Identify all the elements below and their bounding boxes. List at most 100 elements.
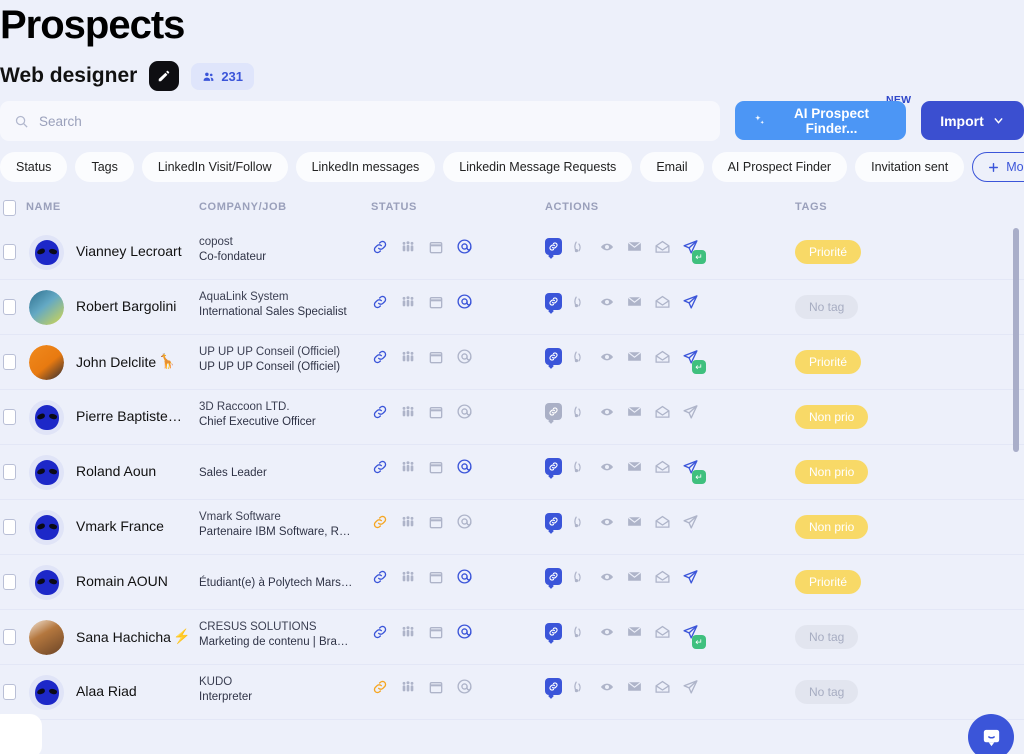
table-row[interactable]: Vmark France Vmark Software Partenaire IBM…	[0, 500, 1024, 555]
action-send-invitation-icon[interactable]	[682, 403, 699, 420]
action-send-invitation-icon[interactable]: ↵	[682, 348, 706, 374]
row-checkbox[interactable]	[3, 684, 16, 700]
action-follow-icon[interactable]	[573, 514, 588, 529]
action-linkedin-profile-icon[interactable]	[545, 458, 562, 475]
action-follow-icon[interactable]	[573, 679, 588, 694]
action-message-request-icon[interactable]	[654, 403, 671, 420]
action-send-invitation-icon[interactable]	[682, 513, 699, 530]
action-message-icon[interactable]	[626, 623, 643, 640]
action-visit-profile-icon[interactable]	[599, 294, 615, 310]
action-follow-icon[interactable]	[573, 239, 588, 254]
status-people-icon[interactable]	[400, 624, 416, 640]
action-message-icon[interactable]	[626, 458, 643, 475]
table-row[interactable]: Romain AOUN Étudiant(e) à Polytech Mars… P…	[0, 555, 1024, 610]
action-linkedin-profile-icon[interactable]	[545, 238, 562, 255]
row-tag-badge[interactable]: Non prio	[795, 515, 869, 539]
action-message-icon[interactable]	[626, 293, 643, 310]
status-linkedin-link-icon[interactable]	[372, 294, 388, 310]
action-message-request-icon[interactable]	[654, 458, 671, 475]
action-linkedin-profile-icon[interactable]	[545, 348, 562, 365]
action-message-request-icon[interactable]	[654, 678, 671, 695]
status-calendar-icon[interactable]	[428, 679, 444, 695]
status-calendar-icon[interactable]	[428, 459, 444, 475]
status-email-icon[interactable]	[456, 623, 473, 640]
action-message-icon[interactable]	[626, 348, 643, 365]
import-button[interactable]: Import	[921, 101, 1024, 140]
action-linkedin-profile-icon[interactable]	[545, 623, 562, 640]
filter-chip-linkedin-visit-follow[interactable]: LinkedIn Visit/Follow	[141, 152, 288, 182]
status-people-icon[interactable]	[400, 569, 416, 585]
status-people-icon[interactable]	[400, 404, 416, 420]
scrollbar-thumb[interactable]	[1013, 228, 1019, 452]
vertical-scrollbar[interactable]	[1013, 228, 1019, 714]
action-follow-icon[interactable]	[573, 624, 588, 639]
status-calendar-icon[interactable]	[428, 514, 444, 530]
status-email-icon[interactable]	[456, 293, 473, 310]
action-linkedin-profile-icon[interactable]	[545, 568, 562, 585]
table-row[interactable]: Sana Hachicha ⚡ CRESUS SOLUTIONS Marketing …	[0, 610, 1024, 665]
status-people-icon[interactable]	[400, 679, 416, 695]
status-email-icon[interactable]	[456, 348, 473, 365]
row-checkbox[interactable]	[3, 409, 16, 425]
row-checkbox[interactable]	[3, 464, 16, 480]
status-linkedin-link-icon[interactable]	[372, 679, 388, 695]
action-message-request-icon[interactable]	[654, 568, 671, 585]
action-message-icon[interactable]	[626, 568, 643, 585]
ai-prospect-finder-button[interactable]: AI Prospect Finder...	[735, 101, 906, 140]
row-checkbox[interactable]	[3, 354, 16, 370]
pen-icon[interactable]	[149, 61, 180, 91]
filter-chip-ai-prospect-finder[interactable]: AI Prospect Finder	[711, 152, 848, 182]
filter-chip-tags[interactable]: Tags	[75, 152, 134, 182]
action-send-invitation-icon[interactable]	[682, 293, 699, 310]
row-tag-badge[interactable]: Non prio	[795, 460, 869, 484]
action-linkedin-profile-icon[interactable]	[545, 293, 562, 310]
row-tag-badge[interactable]: Priorité	[795, 240, 862, 264]
filter-chip-linkedin-messages[interactable]: LinkedIn messages	[295, 152, 436, 182]
status-linkedin-link-icon[interactable]	[372, 514, 388, 530]
status-linkedin-link-icon[interactable]	[372, 404, 388, 420]
action-visit-profile-icon[interactable]	[599, 569, 615, 585]
status-email-icon[interactable]	[456, 678, 473, 695]
action-follow-icon[interactable]	[573, 459, 588, 474]
table-row[interactable]: Pierre Baptiste… 3D Raccoon LTD. Chief Exe…	[0, 390, 1024, 445]
status-email-icon[interactable]	[456, 238, 473, 255]
select-all-checkbox[interactable]	[3, 200, 16, 216]
status-people-icon[interactable]	[400, 459, 416, 475]
action-message-request-icon[interactable]	[654, 293, 671, 310]
table-row[interactable]: Alaa Riad KUDO Interpreter No tag	[0, 665, 1024, 720]
filter-chip-linkedin-message-requests[interactable]: Linkedin Message Requests	[443, 152, 633, 182]
action-message-request-icon[interactable]	[654, 623, 671, 640]
action-visit-profile-icon[interactable]	[599, 459, 615, 475]
action-follow-icon[interactable]	[573, 569, 588, 584]
status-people-icon[interactable]	[400, 239, 416, 255]
status-email-icon[interactable]	[456, 513, 473, 530]
status-linkedin-link-icon[interactable]	[372, 459, 388, 475]
action-send-invitation-icon[interactable]	[682, 678, 699, 695]
action-message-icon[interactable]	[626, 238, 643, 255]
status-people-icon[interactable]	[400, 349, 416, 365]
filter-chip-email[interactable]: Email	[640, 152, 704, 182]
status-calendar-icon[interactable]	[428, 294, 444, 310]
action-message-icon[interactable]	[626, 513, 643, 530]
action-linkedin-profile-icon[interactable]	[545, 403, 562, 420]
table-row[interactable]: Roland Aoun Sales Leader ↵ Non prio	[0, 445, 1024, 500]
row-tag-badge[interactable]: No tag	[795, 680, 859, 704]
status-calendar-icon[interactable]	[428, 404, 444, 420]
table-row[interactable]: Vianney Lecroart copost Co-fondateur ↵ Prior…	[0, 225, 1024, 280]
action-linkedin-profile-icon[interactable]	[545, 513, 562, 530]
action-linkedin-profile-icon[interactable]	[545, 678, 562, 695]
status-email-icon[interactable]	[456, 568, 473, 585]
status-calendar-icon[interactable]	[428, 349, 444, 365]
action-message-icon[interactable]	[626, 678, 643, 695]
status-calendar-icon[interactable]	[428, 239, 444, 255]
row-checkbox[interactable]	[3, 574, 16, 590]
row-checkbox[interactable]	[3, 299, 16, 315]
filter-chip-status[interactable]: Status	[0, 152, 68, 182]
row-tag-badge[interactable]: Priorité	[795, 350, 862, 374]
table-row[interactable]: John Delclite 🦒 UP UP UP Conseil (Officiel…	[0, 335, 1024, 390]
row-tag-badge[interactable]: Priorité	[795, 570, 862, 594]
row-tag-badge[interactable]: No tag	[795, 625, 859, 649]
action-visit-profile-icon[interactable]	[599, 239, 615, 255]
action-send-invitation-icon[interactable]: ↵	[682, 623, 706, 649]
action-send-invitation-icon[interactable]: ↵	[682, 238, 706, 264]
